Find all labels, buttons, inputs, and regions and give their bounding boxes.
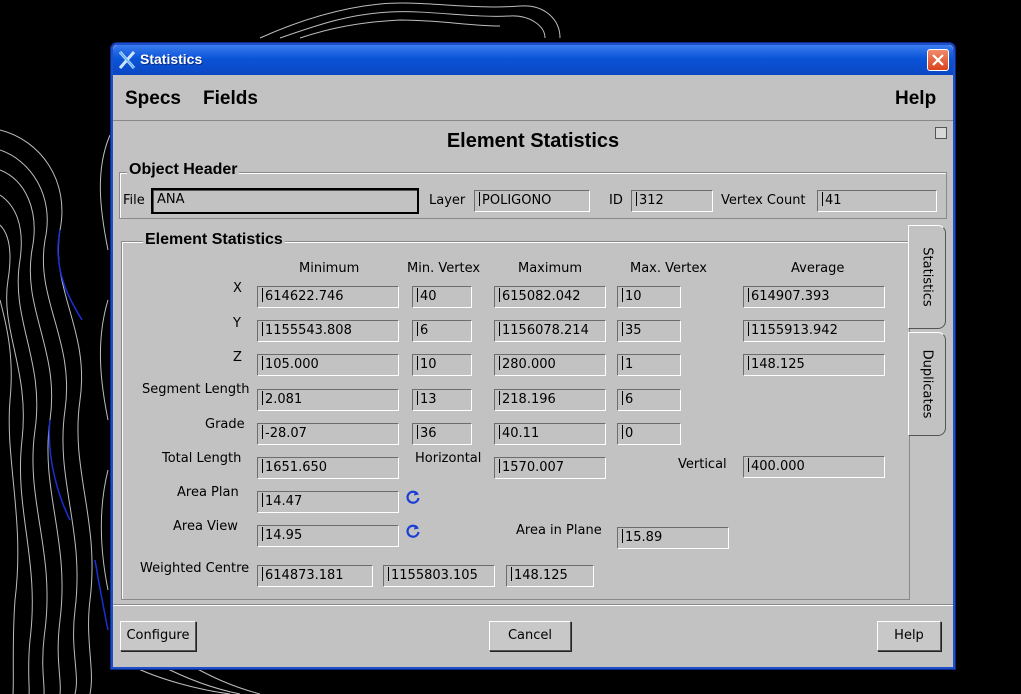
segment-length-max-vertex-field[interactable]: 6 <box>617 389 681 411</box>
menu-fields[interactable]: Fields <box>203 88 258 110</box>
window-title: Statistics <box>140 51 203 67</box>
statistics-dialog: Statistics Specs Fields Help Element Sta… <box>111 43 955 669</box>
x-max-vertex-field[interactable]: 10 <box>617 286 681 308</box>
id-label: ID <box>609 193 623 208</box>
layer-field[interactable]: POLIGONO <box>474 190 590 212</box>
vertical-field[interactable]: 400.000 <box>743 456 885 478</box>
dialog-heading: Element Statistics <box>446 130 620 152</box>
x-min-vertex-field[interactable]: 40 <box>412 286 472 308</box>
tab-duplicates[interactable]: Duplicates <box>908 332 946 436</box>
help-button[interactable]: Help <box>877 621 941 651</box>
area-in-plane-label: Area in Plane <box>516 523 602 538</box>
menu-specs[interactable]: Specs <box>125 88 181 110</box>
area-view-label: Area View <box>173 519 238 534</box>
id-field[interactable]: 312 <box>631 190 713 212</box>
row-label-x: X <box>233 281 242 296</box>
app-x-icon <box>118 51 136 69</box>
col-max-vertex: Max. Vertex <box>630 261 707 276</box>
segment-length-maximum-field[interactable]: 218.196 <box>494 389 606 411</box>
horizontal-label: Horizontal <box>415 451 482 466</box>
configure-button[interactable]: Configure <box>120 621 196 651</box>
refresh-area-view-icon[interactable] <box>405 523 421 539</box>
z-min-vertex-field[interactable]: 10 <box>412 354 472 376</box>
grade-maximum-field[interactable]: 40.11 <box>494 423 606 445</box>
menu-help[interactable]: Help <box>895 88 936 110</box>
row-label-z: Z <box>233 350 242 365</box>
segment-length-min-vertex-field[interactable]: 13 <box>412 389 472 411</box>
y-max-vertex-field[interactable]: 35 <box>617 320 681 342</box>
col-minimum: Minimum <box>299 261 360 276</box>
y-min-vertex-field[interactable]: 6 <box>412 320 472 342</box>
cancel-button[interactable]: Cancel <box>489 621 571 651</box>
object-header-legend: Object Header <box>127 161 240 179</box>
detach-button[interactable] <box>935 127 947 139</box>
file-field[interactable]: ANA <box>151 188 419 214</box>
row-label-grade: Grade <box>205 417 245 432</box>
tab-duplicates-label: Duplicates <box>919 349 935 419</box>
button-separator <box>113 604 953 606</box>
refresh-area-plan-icon[interactable] <box>405 489 421 505</box>
z-maximum-field[interactable]: 280.000 <box>494 354 606 376</box>
z-average-field[interactable]: 148.125 <box>743 354 885 376</box>
area-plan-field[interactable]: 14.47 <box>257 491 399 513</box>
grade-max-vertex-field[interactable]: 0 <box>617 423 681 445</box>
element-statistics-legend: Element Statistics <box>143 231 285 249</box>
vertex-count-label: Vertex Count <box>721 193 806 208</box>
weighted-centre-y-field[interactable]: 1155803.105 <box>383 565 495 587</box>
grade-minimum-field[interactable]: -28.07 <box>257 423 399 445</box>
vertex-count-field[interactable]: 41 <box>817 190 937 212</box>
vertical-label: Vertical <box>678 457 727 472</box>
file-label: File <box>123 193 145 208</box>
area-in-plane-field[interactable]: 15.89 <box>617 527 729 549</box>
col-min-vertex: Min. Vertex <box>407 261 481 276</box>
close-icon <box>932 54 944 66</box>
total-length-field[interactable]: 1651.650 <box>257 457 399 479</box>
row-label-y: Y <box>233 316 241 331</box>
y-maximum-field[interactable]: 1156078.214 <box>494 320 606 342</box>
weighted-centre-label: Weighted Centre <box>140 561 250 576</box>
z-minimum-field[interactable]: 105.000 <box>257 354 399 376</box>
menu-bar: Specs Fields Help <box>113 75 953 121</box>
close-button[interactable] <box>927 49 949 71</box>
y-average-field[interactable]: 1155913.942 <box>743 320 885 342</box>
grade-min-vertex-field[interactable]: 36 <box>412 423 472 445</box>
weighted-centre-x-field[interactable]: 614873.181 <box>257 565 373 587</box>
row-label-segment-length: Segment Length <box>142 382 250 397</box>
total-length-label: Total Length <box>162 451 242 466</box>
weighted-centre-z-field[interactable]: 148.125 <box>506 565 594 587</box>
segment-length-minimum-field[interactable]: 2.081 <box>257 389 399 411</box>
area-plan-label: Area Plan <box>177 485 239 500</box>
col-average: Average <box>791 261 845 276</box>
area-view-field[interactable]: 14.95 <box>257 525 399 547</box>
title-bar[interactable]: Statistics <box>113 45 953 75</box>
horizontal-field[interactable]: 1570.007 <box>494 457 606 479</box>
y-minimum-field[interactable]: 1155543.808 <box>257 320 399 342</box>
z-max-vertex-field[interactable]: 1 <box>617 354 681 376</box>
tab-statistics-label: Statistics <box>919 247 935 307</box>
x-average-field[interactable]: 614907.393 <box>743 286 885 308</box>
x-minimum-field[interactable]: 614622.746 <box>257 286 399 308</box>
col-maximum: Maximum <box>518 261 583 276</box>
x-maximum-field[interactable]: 615082.042 <box>494 286 606 308</box>
tab-statistics[interactable]: Statistics <box>908 225 946 329</box>
layer-label: Layer <box>429 193 466 208</box>
